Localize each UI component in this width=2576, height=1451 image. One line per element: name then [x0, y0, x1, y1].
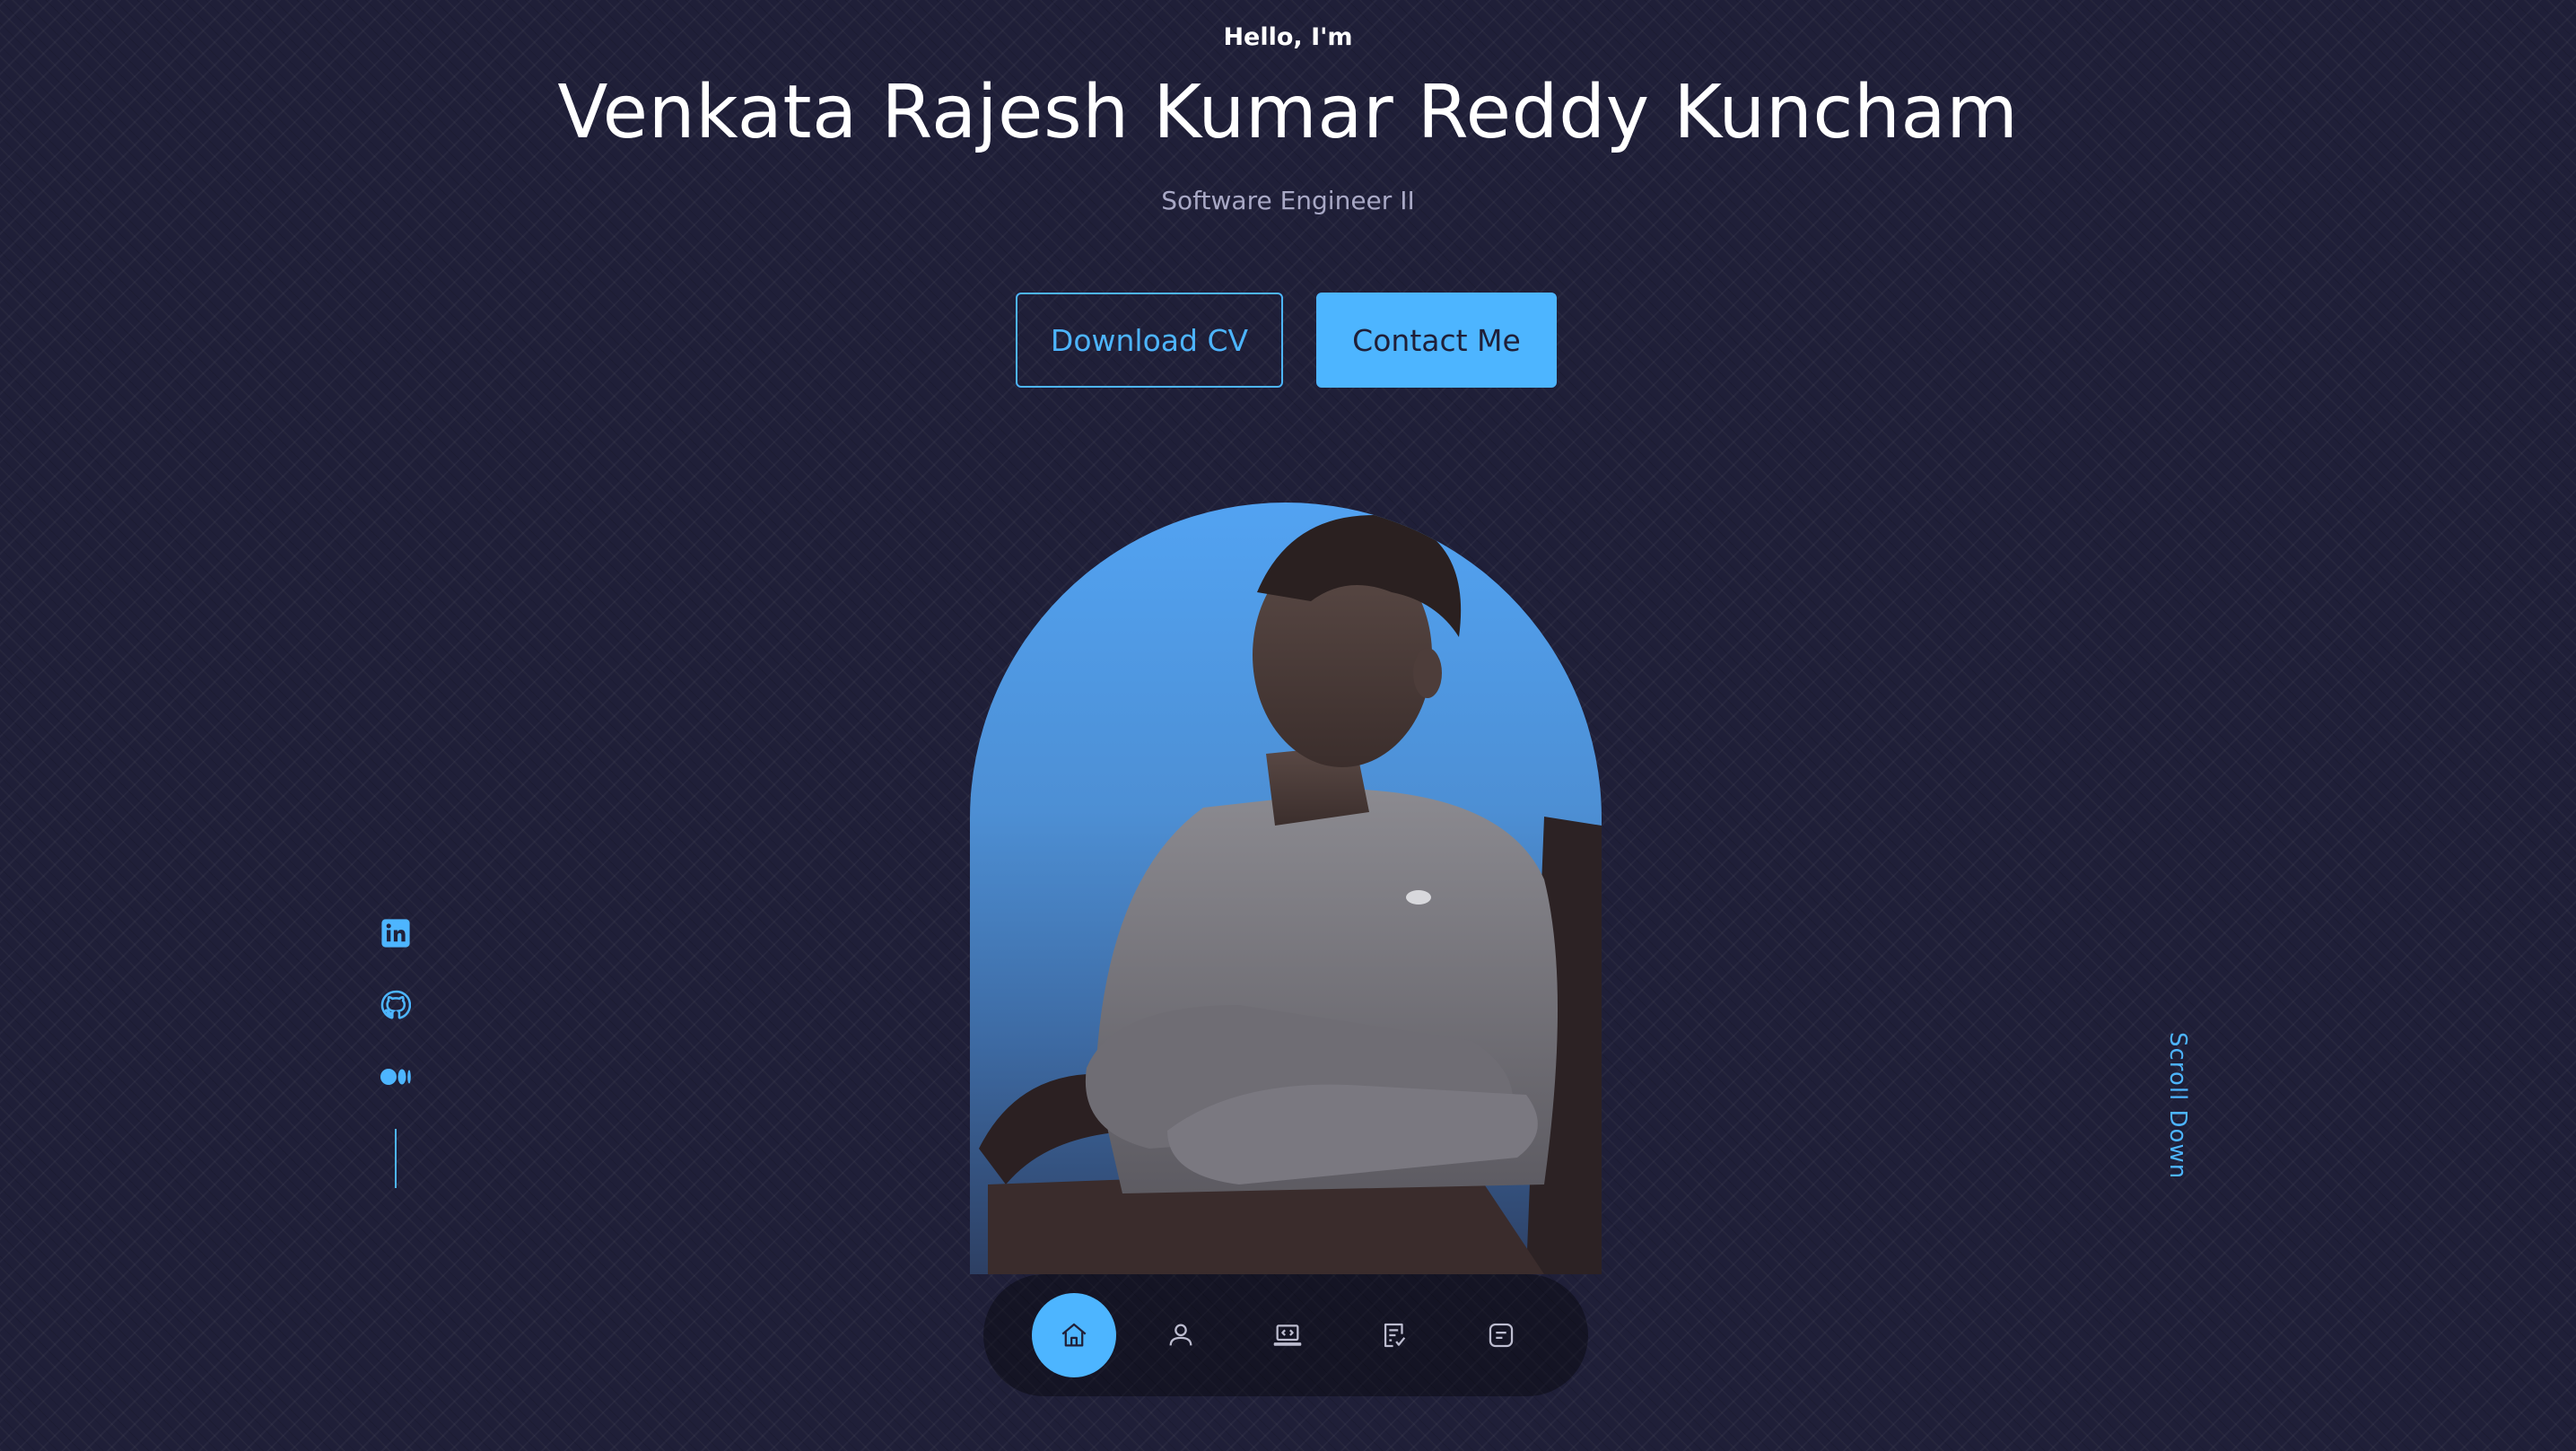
user-icon: [1169, 1324, 1192, 1346]
nav-home[interactable]: [1032, 1293, 1116, 1377]
message-icon: [1489, 1323, 1514, 1348]
laptop-code-icon: [1273, 1324, 1302, 1346]
github-link[interactable]: [380, 989, 412, 1021]
home-icon: [1061, 1323, 1087, 1347]
medium-icon: [380, 1069, 411, 1085]
nav-contact[interactable]: [1459, 1293, 1543, 1377]
medium-link[interactable]: [380, 1061, 412, 1093]
social-divider-line: [395, 1129, 397, 1188]
greeting-text: Hello, I'm: [1223, 23, 1353, 51]
download-cv-button[interactable]: Download CV: [1016, 293, 1283, 388]
profile-portrait: [970, 503, 1602, 1274]
linkedin-icon: [381, 919, 410, 948]
github-icon: [380, 990, 411, 1019]
job-title: Software Engineer II: [1161, 186, 1415, 215]
nav-experience[interactable]: [1352, 1293, 1436, 1377]
linkedin-link[interactable]: [380, 917, 412, 949]
bottom-navigation: [983, 1274, 1588, 1396]
social-links: [379, 917, 413, 1093]
contact-me-button[interactable]: Contact Me: [1316, 293, 1557, 388]
page-title: Venkata Rajesh Kumar Reddy Kuncham: [557, 70, 2019, 155]
nav-about[interactable]: [1139, 1293, 1223, 1377]
checklist-icon: [1384, 1323, 1406, 1348]
nav-projects[interactable]: [1245, 1293, 1330, 1377]
scroll-down-link[interactable]: Scroll Down: [2164, 1032, 2191, 1179]
